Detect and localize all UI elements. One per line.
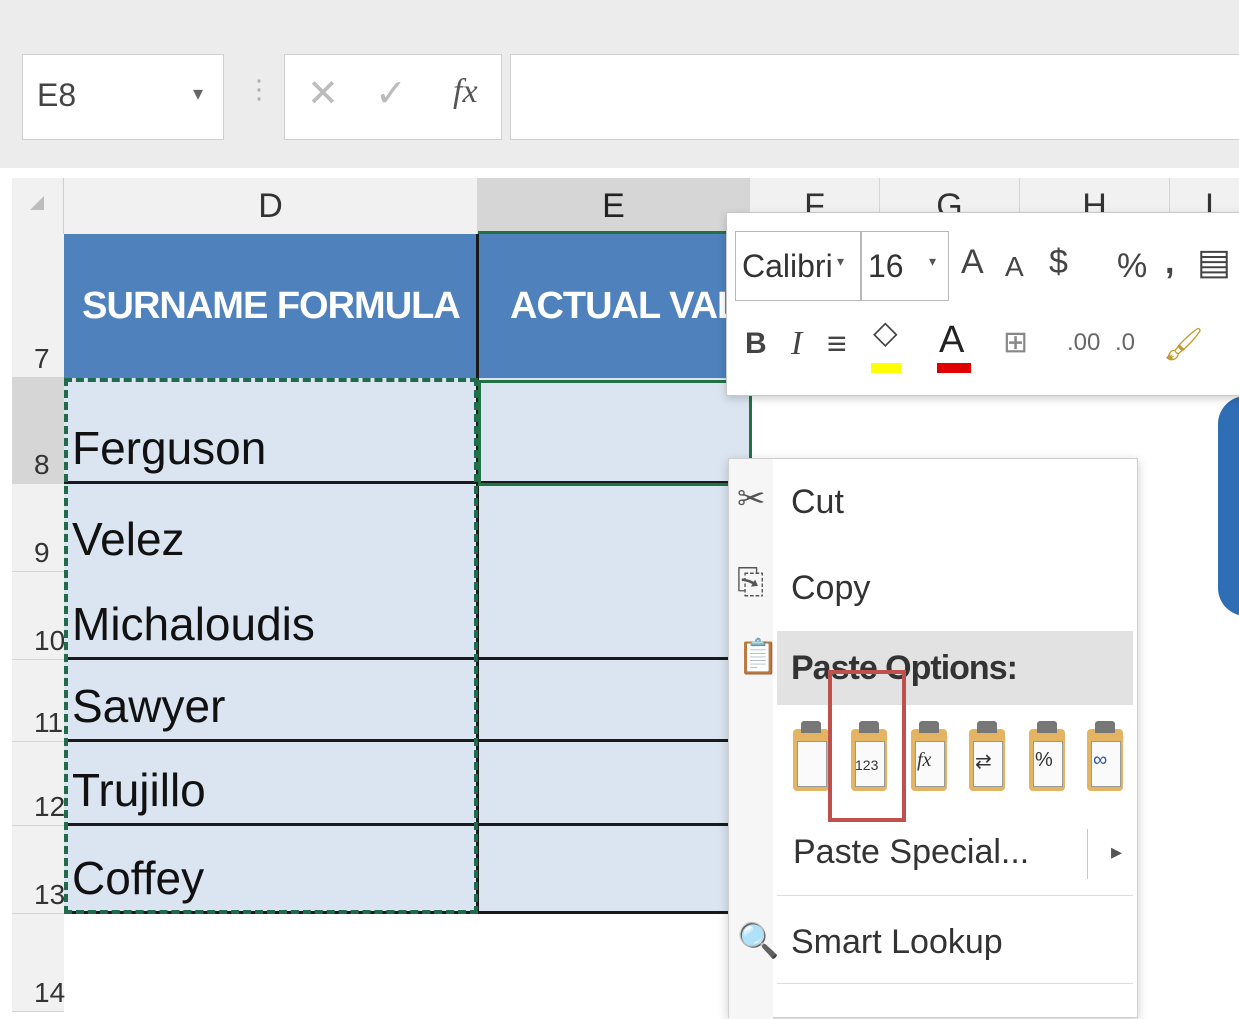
row-number: 8: [34, 449, 50, 480]
fill-color-swatch: [871, 363, 901, 373]
cancel-icon[interactable]: ✕: [307, 71, 339, 116]
search-icon: 🔍: [737, 922, 780, 960]
row-number: 9: [34, 537, 50, 568]
row-header-12[interactable]: 12: [12, 742, 66, 826]
bold-icon[interactable]: B: [745, 327, 767, 361]
paste-transpose-icon: ⇄: [975, 751, 992, 773]
enter-icon[interactable]: ✓: [375, 71, 407, 116]
decrease-decimal-icon[interactable]: .0: [1115, 329, 1135, 357]
resize-handle-icon[interactable]: ⋮: [246, 74, 272, 105]
formula-input[interactable]: [510, 54, 1239, 140]
insert-function-icon[interactable]: fx: [453, 73, 478, 111]
formula-buttons: ✕ ✓ fx: [284, 54, 502, 140]
clipboard-icon: 📋: [737, 638, 780, 676]
row-number: 14: [34, 977, 66, 1008]
italic-icon[interactable]: I: [791, 325, 802, 363]
row-number: 13: [34, 879, 66, 910]
submenu-divider: [1087, 829, 1088, 879]
select-all-icon: [30, 196, 44, 210]
mini-toolbar: Calibri ▾ 16 ▾ A A $ % , ▤ B I ≡ ◇ A ⊞ .…: [726, 212, 1239, 396]
paste-option-transpose[interactable]: ⇄: [965, 721, 1009, 793]
menu-item-paste-special[interactable]: Paste Special...: [793, 833, 1029, 872]
increase-decimal-icon[interactable]: .00: [1067, 329, 1100, 357]
chevron-right-icon[interactable]: ▸: [1111, 839, 1122, 865]
menu-separator: [777, 983, 1133, 984]
increase-font-icon[interactable]: A: [961, 243, 984, 282]
row-header-10[interactable]: 10: [12, 572, 66, 660]
cell-e13[interactable]: [478, 826, 750, 914]
comma-style-icon[interactable]: ,: [1165, 243, 1174, 282]
name-box[interactable]: E8 ▾: [22, 54, 224, 140]
menu-item-copy[interactable]: Copy: [791, 569, 870, 608]
row-number: 7: [34, 343, 50, 374]
header-cell-actual-value[interactable]: ACTUAL VALUE: [478, 234, 750, 378]
column-header-e[interactable]: E: [478, 178, 750, 234]
row-number: 11: [34, 707, 64, 738]
column-header-d[interactable]: D: [64, 178, 478, 234]
menu-item-smart-lookup[interactable]: Smart Lookup: [791, 923, 1003, 962]
cell-e9[interactable]: [478, 484, 750, 660]
decrease-font-icon[interactable]: A: [1005, 251, 1024, 283]
row-header-8[interactable]: 8: [12, 378, 64, 484]
font-color-swatch: [937, 363, 971, 373]
row-header-14[interactable]: 14: [12, 914, 66, 1012]
cell-e12[interactable]: [478, 742, 750, 826]
paste-link-icon: ∞: [1093, 749, 1108, 771]
paste-formulas-icon: fx: [917, 749, 932, 771]
active-cell-border: [478, 380, 752, 486]
chevron-down-icon[interactable]: ▾: [837, 253, 844, 270]
menu-separator: [777, 895, 1133, 896]
row-header-7[interactable]: 7: [12, 234, 64, 378]
borders-icon[interactable]: ⊞: [1003, 325, 1028, 360]
paste-option-formatting[interactable]: %: [1025, 721, 1069, 793]
paste-formatting-icon: %: [1035, 749, 1053, 771]
context-menu: ✂ Cut ⎘ Copy 📋 Paste Options: 123 fx ⇄ %…: [728, 458, 1138, 1019]
paste-option-link[interactable]: ∞: [1083, 721, 1127, 793]
paste-option-formulas[interactable]: fx: [907, 721, 951, 793]
align-center-icon[interactable]: ≡: [827, 325, 847, 364]
cell-e11[interactable]: [478, 660, 750, 742]
format-table-icon[interactable]: ▤: [1197, 241, 1231, 283]
percent-icon[interactable]: %: [1117, 247, 1147, 286]
name-box-value: E8: [37, 77, 77, 113]
currency-icon[interactable]: $: [1049, 243, 1068, 282]
row-header-13[interactable]: 13: [12, 826, 66, 914]
background-shape: [1218, 396, 1239, 616]
row-header-11[interactable]: 11: [12, 660, 64, 742]
chevron-down-icon[interactable]: ▾: [929, 253, 936, 270]
chevron-down-icon[interactable]: ▾: [193, 81, 203, 106]
row-header-9[interactable]: 9: [12, 484, 64, 572]
font-color-icon[interactable]: A: [939, 319, 964, 362]
scissors-icon: ✂: [737, 480, 766, 518]
row-number: 10: [34, 625, 66, 656]
header-cell-surname-formula[interactable]: SURNAME FORMULA: [64, 234, 478, 378]
fill-color-icon[interactable]: ◇: [873, 313, 898, 351]
copy-marquee: [64, 378, 478, 914]
highlight-box: [828, 670, 906, 822]
paste-option-paste[interactable]: [789, 721, 833, 793]
copy-icon: ⎘: [737, 563, 765, 601]
menu-item-cut[interactable]: Cut: [791, 483, 844, 522]
row-number: 12: [34, 791, 66, 822]
format-painter-icon[interactable]: 🖌: [1163, 325, 1204, 363]
